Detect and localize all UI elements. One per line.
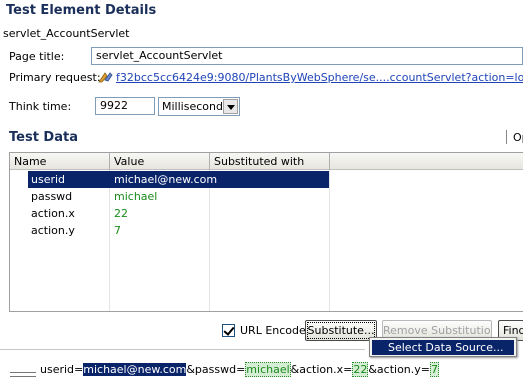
column-divider[interactable]	[109, 153, 110, 170]
row-value: 7	[114, 224, 121, 237]
url-encode-checkbox[interactable]	[222, 324, 235, 337]
request-segment: &passwd=	[186, 363, 246, 376]
row-name: action.y	[31, 224, 75, 237]
primary-request-link[interactable]: f32bcc5cc6424e9:9080/PlantsByWebSphere/s…	[116, 71, 523, 84]
request-segment: &action.x=	[290, 363, 353, 376]
url-encode-label[interactable]: URL Encode	[240, 324, 306, 337]
row-value: michael	[114, 190, 158, 203]
page-title-input[interactable]: servlet_AccountServlet	[91, 47, 523, 65]
think-time-input[interactable]: 9922	[95, 97, 155, 115]
table-row[interactable]: action.x 22	[10, 205, 523, 222]
toolbar-divider	[506, 130, 507, 144]
request-string[interactable]: userid=michael@new.com&passwd=michael&ac…	[40, 362, 439, 377]
request-highlight-substituted: 22	[352, 362, 369, 377]
column-divider[interactable]	[209, 153, 210, 170]
substitute-button[interactable]: Substitute...	[305, 320, 377, 341]
chevron-down-icon[interactable]	[223, 99, 238, 114]
think-time-label: Think time:	[9, 100, 72, 113]
request-lines-icon	[10, 372, 36, 380]
table-header: Name Value Substituted with	[10, 153, 523, 170]
column-header-name[interactable]: Name	[14, 155, 46, 168]
divider	[0, 349, 365, 350]
request-highlight-substituted: michael	[245, 362, 291, 377]
think-time-unit-select[interactable]: Milliseconds	[158, 97, 240, 116]
panel-title: Test Element Details	[6, 3, 157, 18]
row-name: passwd	[31, 190, 73, 203]
element-name: servlet_AccountServlet	[3, 27, 130, 40]
request-link-icon	[98, 72, 113, 83]
test-data-title: Test Data	[9, 130, 78, 145]
column-header-substituted[interactable]: Substituted with	[214, 155, 304, 168]
column-header-value[interactable]: Value	[114, 155, 144, 168]
row-name: action.x	[31, 207, 75, 220]
primary-request-label: Primary request:	[9, 71, 101, 84]
row-value: michael@new.com	[114, 173, 218, 186]
row-name: userid	[31, 173, 66, 186]
request-segment: userid=	[40, 363, 84, 376]
table-row[interactable]: userid michael@new.com	[10, 171, 523, 188]
column-divider[interactable]	[329, 153, 330, 170]
substitute-popup-menu: Select Data Source...	[369, 337, 517, 357]
think-time-unit-value: Milliseconds	[162, 100, 229, 113]
toolbar-options-button[interactable]: Op	[513, 131, 523, 144]
test-element-details-panel: Test Element Details servlet_AccountServ…	[0, 0, 523, 381]
row-value: 22	[114, 207, 128, 220]
table-row[interactable]: action.y 7	[10, 222, 523, 239]
menu-item-select-data-source[interactable]: Select Data Source...	[372, 340, 514, 355]
test-data-table[interactable]: Name Value Substituted with userid micha…	[9, 152, 523, 312]
page-title-label: Page title:	[9, 50, 65, 63]
table-row[interactable]: passwd michael	[10, 188, 523, 205]
request-segment: &action.y=	[368, 363, 430, 376]
request-highlight-selected: michael@new.com	[83, 363, 187, 376]
request-highlight-substituted: 7	[430, 362, 439, 377]
